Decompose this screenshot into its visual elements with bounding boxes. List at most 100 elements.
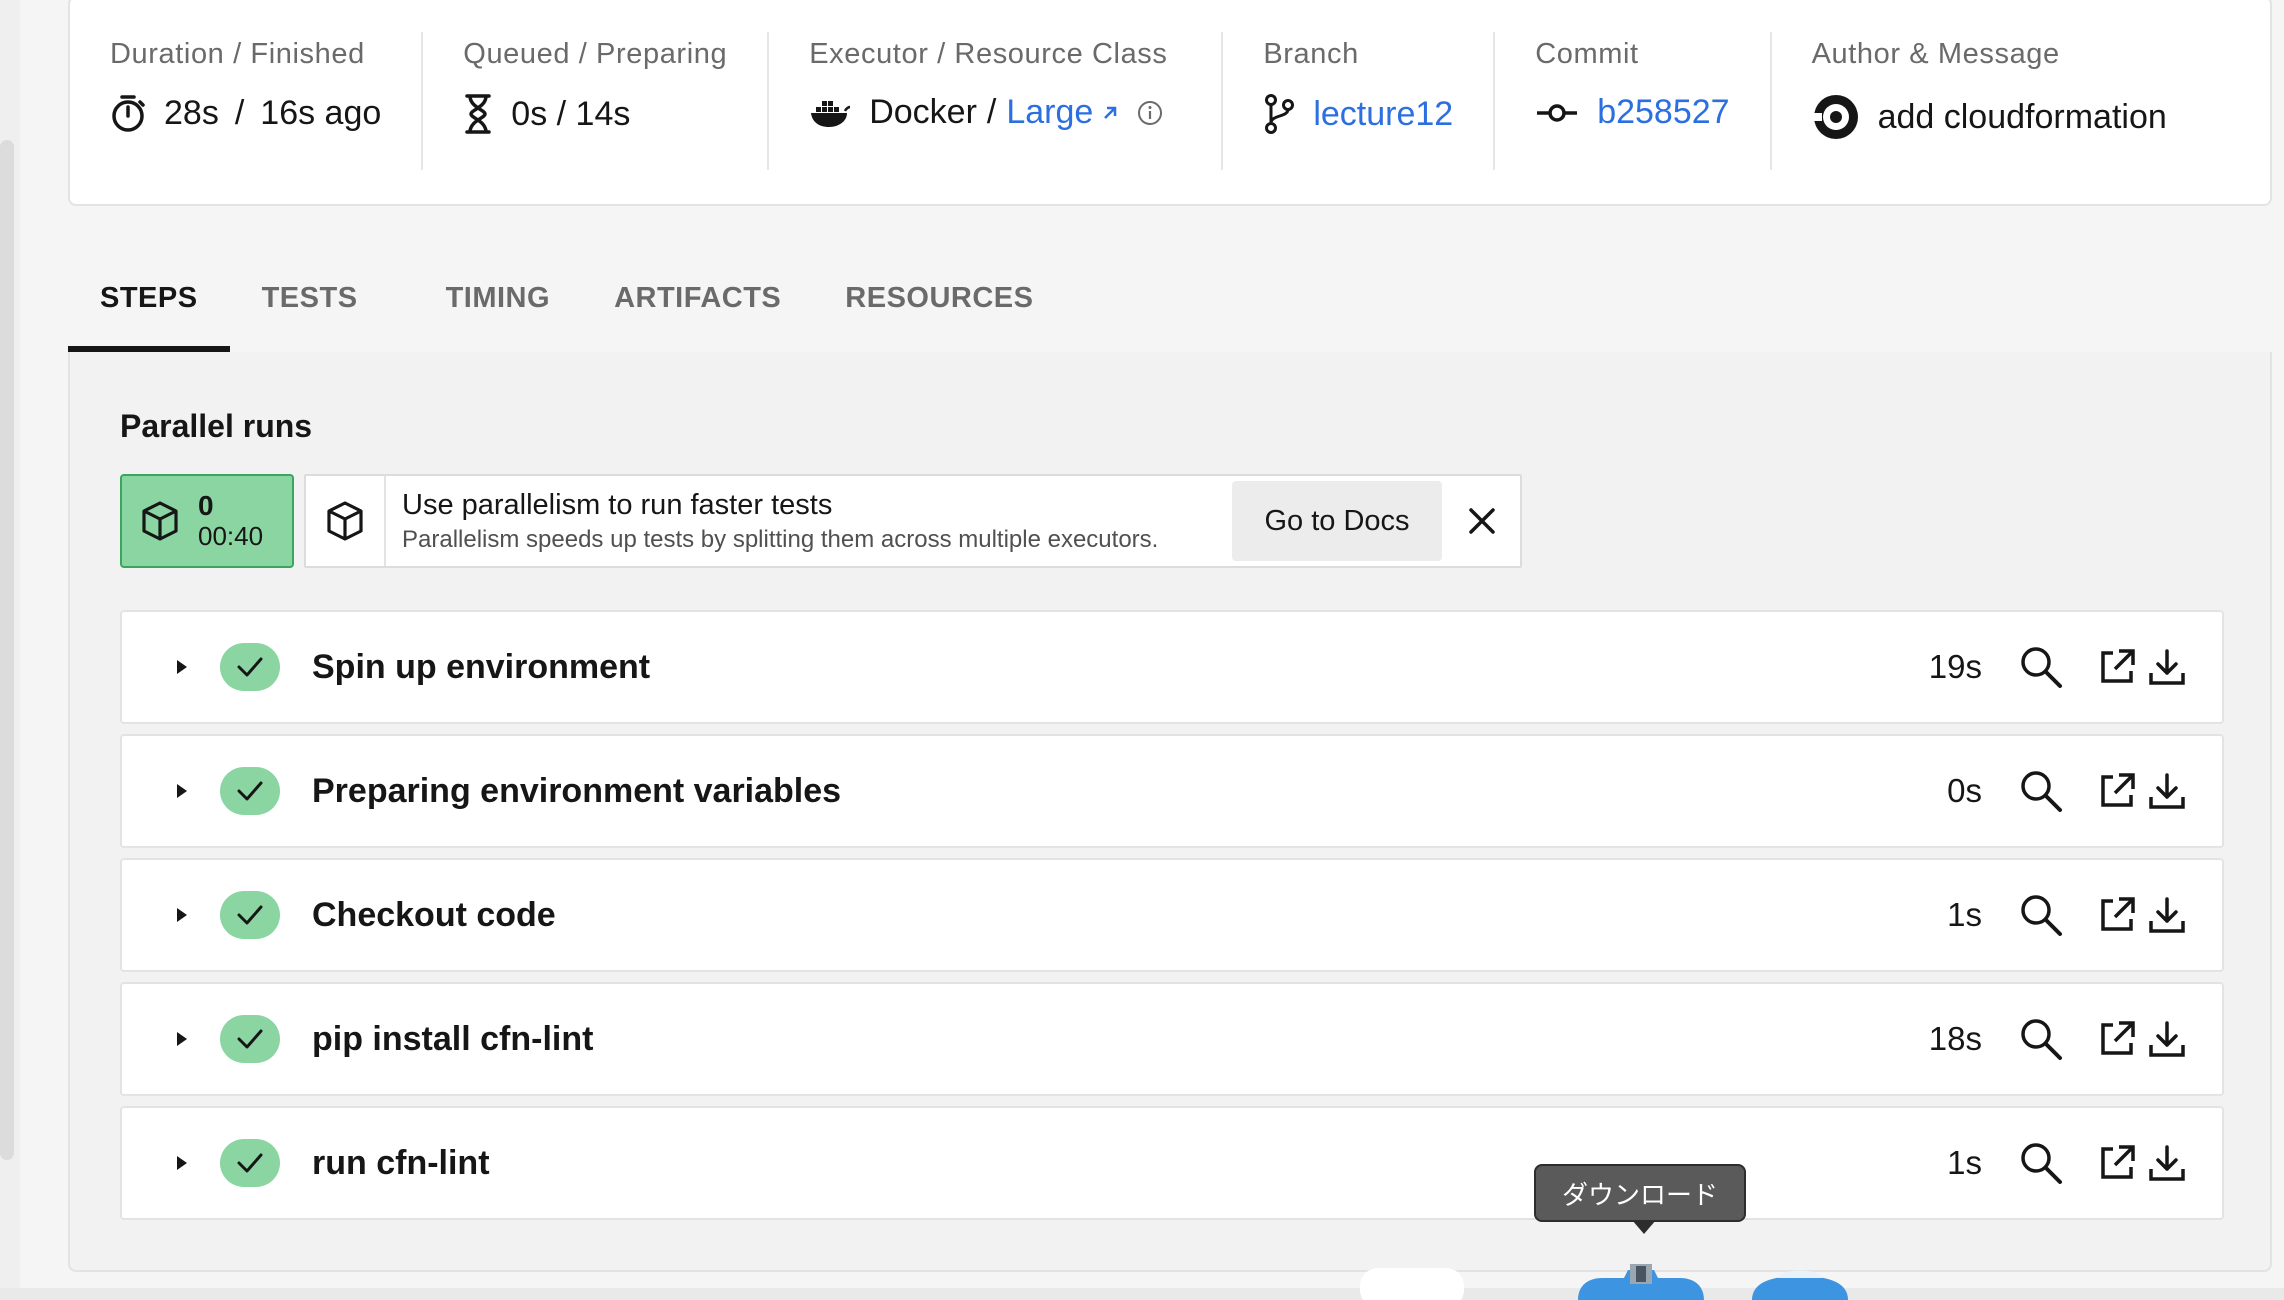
- duration-value: 28s / 16s ago: [110, 93, 381, 133]
- download-icon[interactable]: [2142, 1014, 2192, 1064]
- box-icon: [142, 501, 178, 541]
- open-in-new-icon[interactable]: [2092, 642, 2142, 692]
- search-icon[interactable]: [2016, 1138, 2066, 1188]
- download-tooltip: ダウンロード: [1534, 1164, 1746, 1234]
- commit-icon: [1537, 103, 1578, 122]
- download-icon[interactable]: [2142, 890, 2192, 940]
- step-list: Spin up environment 19s Preparing enviro…: [120, 610, 2224, 1230]
- parallel-run-info: 0 00:40: [198, 490, 264, 552]
- step-duration: 19s: [1928, 648, 1982, 685]
- search-icon[interactable]: [2016, 1014, 2066, 1064]
- search-icon[interactable]: [2016, 890, 2066, 940]
- commit-message: add cloudformation: [1877, 97, 2167, 136]
- parallel-run-time: 00:40: [198, 521, 264, 551]
- search-icon[interactable]: [2016, 642, 2066, 692]
- stopwatch-icon: [112, 95, 145, 132]
- step-name: Checkout code: [312, 895, 556, 934]
- banner-subtitle: Parallelism speeds up tests by splitting…: [402, 525, 1159, 553]
- commit-meta: Commit b258527: [1495, 32, 1772, 170]
- download-icon[interactable]: [2142, 1138, 2192, 1188]
- docker-icon: [811, 100, 851, 127]
- step-name: Preparing environment variables: [312, 771, 842, 810]
- author-meta: Author & Message add cloudformation: [1772, 32, 2207, 170]
- step-row[interactable]: Checkout code 1s: [120, 858, 2224, 972]
- duration-text: 28s: [164, 93, 219, 132]
- queued-value: 0s / 14s: [463, 93, 727, 135]
- tab-timing[interactable]: TIMING: [414, 270, 583, 352]
- branch-link[interactable]: lecture12: [1313, 95, 1453, 134]
- download-icon[interactable]: [2142, 766, 2192, 816]
- caret-right-icon[interactable]: [162, 906, 202, 924]
- dock-app-icon[interactable]: [1352, 1262, 1472, 1300]
- parallelism-banner: Use parallelism to run faster tests Para…: [304, 474, 1522, 568]
- branch-icon: [1265, 94, 1295, 134]
- download-icon[interactable]: [2142, 642, 2192, 692]
- success-check-icon: [220, 891, 280, 939]
- branch-meta: Branch lecture12: [1223, 32, 1496, 170]
- duration-separator: /: [234, 93, 245, 132]
- open-in-new-icon[interactable]: [2092, 1138, 2142, 1188]
- step-row[interactable]: pip install cfn-lint 18s: [120, 982, 2224, 1096]
- parallel-runs-title: Parallel runs: [120, 408, 313, 444]
- step-row[interactable]: Spin up environment 19s: [120, 610, 2224, 724]
- dock: [0, 1288, 2284, 1300]
- tab-artifacts[interactable]: ARTIFACTS: [582, 270, 813, 352]
- caret-right-icon[interactable]: [162, 1030, 202, 1048]
- author-label: Author & Message: [1811, 38, 2060, 70]
- parallel-run-index: 0: [198, 490, 214, 521]
- job-tabs: STEPS TESTS TIMING ARTIFACTS RESOURCES: [68, 270, 1065, 352]
- executor-meta: Executor / Resource Class Docker / Large: [769, 32, 1224, 170]
- tab-tests[interactable]: TESTS: [230, 270, 414, 352]
- banner-text: Use parallelism to run faster tests Para…: [402, 489, 1232, 554]
- step-duration: 1s: [1947, 896, 1982, 933]
- success-check-icon: [220, 1139, 280, 1187]
- job-summary-card: Duration / Finished 28s / 16s ago Queued…: [68, 0, 2272, 206]
- open-in-new-icon[interactable]: [2092, 1014, 2142, 1064]
- finished-text: 16s ago: [260, 93, 382, 132]
- tab-resources[interactable]: RESOURCES: [813, 270, 1065, 352]
- step-name: Spin up environment: [312, 647, 651, 686]
- step-duration: 18s: [1928, 1020, 1982, 1057]
- dock-app-icon-2[interactable]: [1748, 1262, 1858, 1300]
- commit-link[interactable]: b258527: [1597, 93, 1729, 132]
- step-duration: 0s: [1947, 772, 1982, 809]
- commit-value: b258527: [1535, 93, 1730, 132]
- banner-icon-wrap: [306, 476, 386, 566]
- go-to-docs-button[interactable]: Go to Docs: [1232, 481, 1442, 561]
- step-row[interactable]: run cfn-lint 1s: [120, 1106, 2224, 1220]
- queued-label: Queued / Preparing: [463, 38, 728, 70]
- search-icon[interactable]: [2016, 766, 2066, 816]
- success-check-icon: [220, 1015, 280, 1063]
- open-in-new-icon[interactable]: [2092, 766, 2142, 816]
- caret-right-icon[interactable]: [162, 658, 202, 676]
- step-name: pip install cfn-lint: [312, 1019, 594, 1058]
- box-icon: [327, 501, 363, 541]
- finder-dock-icon[interactable]: [1572, 1262, 1712, 1300]
- success-check-icon: [220, 767, 280, 815]
- executor-value: Docker / Large: [809, 93, 1181, 132]
- duration-meta: Duration / Finished 28s / 16s ago: [70, 32, 424, 170]
- open-in-new-icon[interactable]: [2092, 890, 2142, 940]
- info-icon[interactable]: [1137, 100, 1163, 126]
- author-value: add cloudformation: [1811, 93, 2167, 141]
- page-scrollbar[interactable]: [0, 140, 14, 1160]
- duration-label: Duration / Finished: [110, 38, 365, 70]
- close-icon[interactable]: [1462, 501, 1502, 541]
- executor-label: Executor / Resource Class: [809, 38, 1168, 70]
- parallel-run-0[interactable]: 0 00:40: [120, 474, 294, 568]
- circleci-logo-icon: [1811, 95, 1858, 139]
- step-row[interactable]: Preparing environment variables 0s: [120, 734, 2224, 848]
- queued-text: 0s / 14s: [511, 94, 631, 133]
- tab-steps[interactable]: STEPS: [68, 270, 230, 352]
- resource-class-link[interactable]: Large: [1006, 93, 1093, 132]
- executor-text: Docker: [869, 93, 977, 131]
- step-duration: 1s: [1947, 1144, 1982, 1181]
- branch-label: Branch: [1263, 38, 1359, 70]
- caret-right-icon[interactable]: [162, 782, 202, 800]
- branch-value: lecture12: [1263, 93, 1453, 135]
- hourglass-icon: [465, 94, 492, 134]
- caret-right-icon[interactable]: [162, 1154, 202, 1172]
- success-check-icon: [220, 643, 280, 691]
- queued-meta: Queued / Preparing 0s / 14s: [423, 32, 770, 170]
- external-link-icon[interactable]: [1101, 104, 1119, 122]
